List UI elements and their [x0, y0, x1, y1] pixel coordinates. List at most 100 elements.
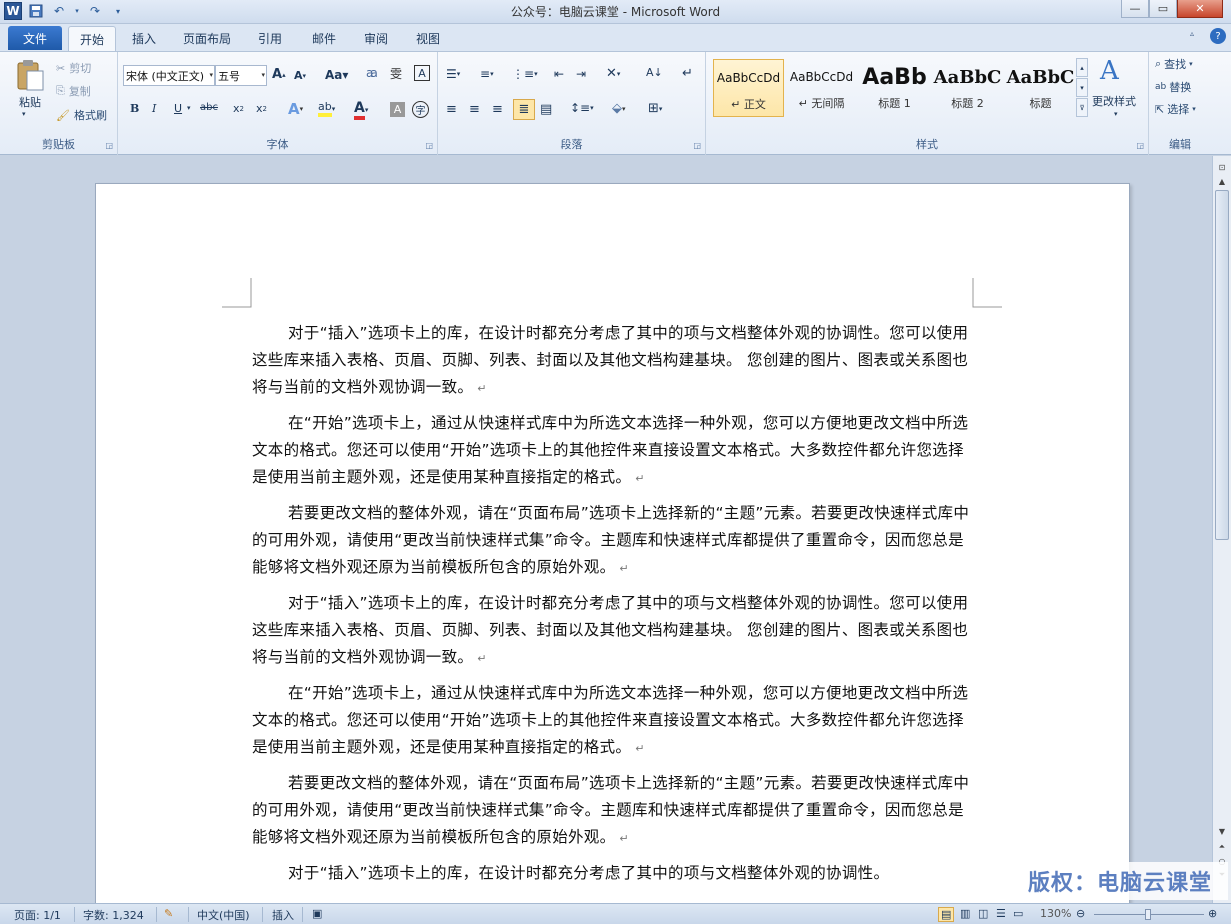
align-left-icon[interactable]: ≡: [446, 102, 457, 117]
tab-review[interactable]: 审阅: [354, 26, 398, 51]
chinese-layout-icon[interactable]: ✕ ▾: [606, 66, 620, 81]
multilevel-list-icon[interactable]: ⋮≡ ▾: [512, 67, 538, 81]
change-styles-button[interactable]: 更改样式: [1092, 93, 1136, 109]
print-layout-view-icon[interactable]: ▤: [938, 907, 955, 922]
italic-icon[interactable]: I: [152, 102, 156, 115]
zoom-slider-thumb[interactable]: [1145, 909, 1151, 920]
clipboard-launcher-icon[interactable]: ◲: [105, 141, 113, 150]
document-page[interactable]: 对于“插入”选项卡上的库，在设计时都充分考虑了其中的项与文档整体外观的协调性。您…: [95, 183, 1130, 903]
change-styles-dropdown-icon[interactable]: ▾: [1114, 110, 1118, 118]
paste-icon[interactable]: [10, 58, 50, 92]
superscript-icon[interactable]: x2: [256, 102, 267, 115]
paste-button[interactable]: 粘贴: [8, 94, 52, 110]
tab-page-layout[interactable]: 页面布局: [174, 26, 240, 51]
highlight-icon[interactable]: ab ▾: [318, 100, 335, 117]
tab-file[interactable]: 文件: [8, 26, 62, 50]
character-shading-icon[interactable]: A: [390, 102, 405, 117]
web-layout-icon[interactable]: ◫: [978, 907, 988, 920]
align-center-icon[interactable]: ≡: [469, 102, 480, 117]
styles-scroll-up-icon[interactable]: ▴: [1076, 58, 1088, 77]
bold-icon[interactable]: B: [130, 102, 139, 115]
minimize-button[interactable]: —: [1121, 0, 1149, 18]
align-right-icon[interactable]: ≡: [492, 102, 503, 117]
tab-insert[interactable]: 插入: [122, 26, 166, 51]
clear-formatting-icon[interactable]: ꜳ: [366, 66, 378, 80]
underline-dropdown-icon[interactable]: ▾: [187, 104, 191, 112]
replace-button[interactable]: ab 替换: [1155, 79, 1191, 95]
minimize-ribbon-icon[interactable]: ▵: [1190, 29, 1194, 38]
previous-page-icon[interactable]: ⏶: [1213, 840, 1231, 854]
scroll-down-icon[interactable]: ▼: [1213, 824, 1231, 838]
paste-dropdown-icon[interactable]: ▾: [22, 110, 26, 118]
shading-icon[interactable]: ⬙ ▾: [612, 101, 626, 116]
maximize-button[interactable]: ▭: [1149, 0, 1177, 18]
font-size-combo[interactable]: 五号 ▾: [215, 65, 267, 86]
vertical-scrollbar[interactable]: ⊡ ▲ ▼ ⏶ ○ ⏷: [1212, 156, 1231, 903]
shrink-font-icon[interactable]: A ▾: [294, 69, 306, 82]
document-body[interactable]: 对于“插入”选项卡上的库，在设计时都充分考虑了其中的项与文档整体外观的协调性。您…: [252, 320, 972, 895]
word-count[interactable]: 字数: 1,324: [83, 907, 144, 923]
proofing-icon[interactable]: ✎: [164, 907, 173, 920]
style-no-spacing[interactable]: AaBbCcDd ↵ 无间隔: [786, 59, 857, 117]
numbering-icon[interactable]: ≡ ▾: [480, 67, 494, 81]
change-styles-icon[interactable]: A: [1100, 56, 1119, 86]
font-launcher-icon[interactable]: ◲: [425, 141, 433, 150]
show-formatting-marks-icon[interactable]: ↵: [682, 66, 693, 81]
macro-recording-icon[interactable]: ▣: [312, 907, 322, 920]
line-spacing-icon[interactable]: ↕≡ ▾: [570, 101, 594, 115]
find-button[interactable]: ⌕ 查找 ▾: [1155, 56, 1193, 72]
grow-font-icon[interactable]: A ▴: [272, 67, 286, 82]
insert-mode[interactable]: 插入: [272, 907, 294, 923]
bullets-icon[interactable]: ☰ ▾: [446, 67, 460, 81]
subscript-icon[interactable]: x2: [233, 102, 244, 115]
style-heading-2[interactable]: AaBbC 标题 2: [932, 59, 1003, 117]
font-color-icon[interactable]: A ▾: [354, 100, 368, 120]
style-normal[interactable]: AaBbCcDd ↵ 正文: [713, 59, 784, 117]
close-button[interactable]: ✕: [1177, 0, 1223, 18]
phonetic-guide-icon[interactable]: 雯: [390, 65, 402, 82]
help-icon[interactable]: ?: [1210, 28, 1226, 44]
format-painter-button[interactable]: 🖌 格式刷: [56, 107, 107, 123]
font-size-dropdown-icon[interactable]: ▾: [261, 71, 265, 79]
increase-indent-icon[interactable]: ⇥: [576, 67, 586, 81]
decrease-indent-icon[interactable]: ⇤: [554, 67, 564, 81]
find-dropdown-icon[interactable]: ▾: [1189, 60, 1193, 68]
style-title[interactable]: AaBbC 标题: [1005, 59, 1076, 117]
character-border-icon[interactable]: A: [414, 65, 430, 81]
styles-scroll-down-icon[interactable]: ▾: [1076, 78, 1088, 97]
language[interactable]: 中文(中国): [197, 907, 250, 923]
tab-references[interactable]: 引用: [248, 26, 292, 51]
scroll-up-icon[interactable]: ▲: [1213, 174, 1231, 188]
borders-icon[interactable]: ⊞ ▾: [648, 101, 662, 116]
paragraph-launcher-icon[interactable]: ◲: [693, 141, 701, 150]
font-family-dropdown-icon[interactable]: ▾: [209, 71, 213, 79]
sort-icon[interactable]: A↓: [646, 66, 663, 79]
style-heading-1[interactable]: AaBb 标题 1: [859, 59, 930, 117]
full-screen-reading-icon[interactable]: ▥: [960, 907, 970, 920]
font-family-combo[interactable]: 宋体 (中文正文) ▾: [123, 65, 215, 86]
scroll-thumb[interactable]: [1215, 190, 1229, 540]
zoom-level[interactable]: 130%: [1040, 907, 1071, 920]
change-case-icon[interactable]: Aa▾: [325, 68, 348, 82]
draft-view-icon[interactable]: ▭: [1013, 907, 1023, 920]
select-button[interactable]: ⇱ 选择 ▾: [1155, 101, 1196, 117]
styles-launcher-icon[interactable]: ◲: [1136, 141, 1144, 150]
ruler-toggle-icon[interactable]: ⊡: [1213, 160, 1231, 174]
tab-view[interactable]: 视图: [406, 26, 450, 51]
select-dropdown-icon[interactable]: ▾: [1192, 105, 1196, 113]
justify-icon[interactable]: ≣: [513, 99, 535, 120]
enclose-characters-icon[interactable]: 字: [412, 101, 429, 118]
zoom-in-icon[interactable]: ⊕: [1208, 907, 1217, 920]
underline-icon[interactable]: U: [174, 102, 182, 115]
strikethrough-icon[interactable]: abc: [200, 102, 218, 113]
distributed-icon[interactable]: ▤: [540, 102, 552, 117]
zoom-out-icon[interactable]: ⊖: [1076, 907, 1085, 920]
text-effects-icon[interactable]: A ▾: [288, 100, 303, 118]
tab-mailings[interactable]: 邮件: [302, 26, 346, 51]
styles-more-icon[interactable]: ⊽: [1076, 98, 1088, 117]
copy-button[interactable]: ⎘ 复制: [56, 83, 91, 99]
tab-home[interactable]: 开始: [68, 26, 116, 51]
page-count[interactable]: 页面: 1/1: [14, 907, 61, 923]
outline-view-icon[interactable]: ☰: [996, 907, 1006, 920]
cut-button[interactable]: ✂ 剪切: [56, 60, 91, 76]
